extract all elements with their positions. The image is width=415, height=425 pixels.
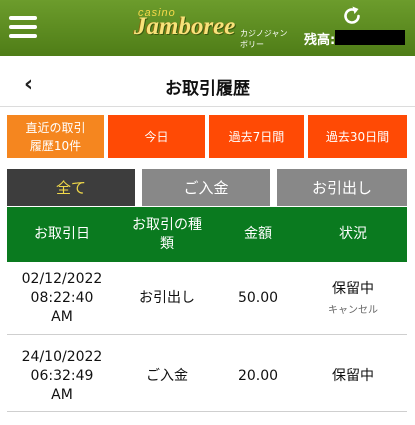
- amount-text: 50.00: [237, 289, 279, 306]
- cancel-link[interactable]: キャンセル: [328, 301, 378, 316]
- tab-withdrawal[interactable]: お引出し: [277, 169, 407, 206]
- table-header: お取引日 お取引の種 類 金額 状況: [7, 207, 407, 262]
- table-row: 02/12/2022 08:22:40 AM お引出し 50.00 保留中 キャ…: [7, 262, 407, 335]
- ampm-text: AM: [51, 308, 73, 325]
- period-today-button[interactable]: 今日: [108, 115, 205, 158]
- app-header: casino Jamboree カジノジャンボリー 残高:: [0, 0, 415, 56]
- tab-label: 全て: [55, 179, 86, 197]
- menu-line: [9, 34, 37, 38]
- tab-all[interactable]: 全て: [7, 169, 135, 206]
- status-text: 保留中: [332, 368, 374, 384]
- cell-date: 02/12/2022 08:22:40 AM: [7, 262, 117, 334]
- period-label: 過去7日間: [228, 129, 285, 144]
- logo-sub-text: カジノジャンボリー: [240, 29, 288, 49]
- balance-label: 残高:: [304, 33, 336, 48]
- page-title: お取引履歴: [165, 79, 250, 99]
- tab-label: ご入金: [183, 179, 229, 197]
- type-text: ご入金: [146, 368, 188, 384]
- period-label: 今日: [144, 129, 169, 144]
- period-recent-10-button[interactable]: 直近の取引 履歴10件: [7, 115, 104, 158]
- amount-text: 20.00: [237, 368, 279, 384]
- period-label-line2: 履歴10件: [29, 138, 82, 153]
- table-row: 24/10/2022 06:32:49 AM ご入金 20.00 保留中: [7, 342, 407, 412]
- cell-type: お引出し: [117, 262, 217, 334]
- status-text: 保留中: [332, 281, 374, 297]
- cell-date: 24/10/2022 06:32:49 AM: [7, 342, 117, 411]
- column-header-type-line2: 類: [160, 235, 174, 252]
- period-label-line1: 直近の取引: [25, 120, 86, 135]
- time-text: 08:22:40: [30, 289, 94, 306]
- logo-main-text: Jamboree: [134, 13, 236, 40]
- time-text: 06:32:49: [30, 368, 94, 384]
- cell-amount: 50.00: [217, 262, 299, 334]
- balance-value-redacted: [335, 30, 405, 45]
- tab-deposit[interactable]: ご入金: [142, 169, 270, 206]
- type-text: お引出し: [139, 289, 195, 306]
- date-text: 02/12/2022: [21, 270, 103, 287]
- cell-status: 保留中: [299, 342, 407, 411]
- cell-amount: 20.00: [217, 342, 299, 411]
- hamburger-icon[interactable]: [9, 14, 37, 40]
- column-header-type-line1: お取引の種: [132, 216, 202, 233]
- column-header-status: 状況: [339, 226, 367, 242]
- divider: [0, 106, 415, 107]
- date-text: 24/10/2022: [21, 349, 103, 365]
- column-header-type: お取引の種 類: [117, 207, 217, 262]
- period-30days-button[interactable]: 過去30日間: [308, 115, 407, 158]
- tab-label: お引出し: [311, 179, 372, 197]
- casino-jamboree-logo[interactable]: casino Jamboree カジノジャンボリー: [134, 6, 294, 49]
- cell-status: 保留中 キャンセル: [299, 262, 407, 334]
- ampm-text: AM: [51, 387, 73, 403]
- menu-line: [9, 25, 37, 29]
- refresh-icon[interactable]: [341, 5, 363, 27]
- column-header-date: お取引日: [34, 226, 90, 242]
- period-label: 過去30日間: [325, 129, 390, 144]
- period-7days-button[interactable]: 過去7日間: [209, 115, 304, 158]
- column-header-amount: 金額: [244, 226, 272, 242]
- menu-line: [9, 16, 37, 20]
- cell-type: ご入金: [117, 342, 217, 411]
